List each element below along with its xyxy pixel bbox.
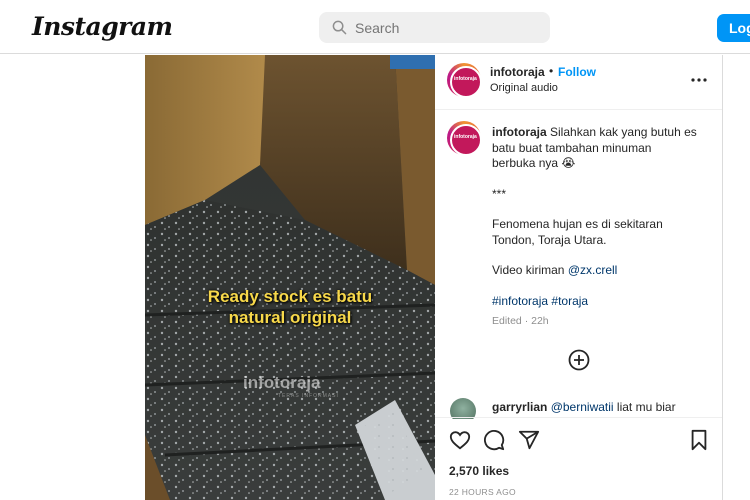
avatar-label: infotoraja	[454, 76, 477, 82]
author-username[interactable]: infotoraja	[490, 65, 545, 79]
search-icon	[332, 20, 347, 35]
caption-line-2: batu buat tambahan minuman	[492, 140, 652, 155]
plus-circle-icon[interactable]	[568, 349, 590, 371]
follow-button[interactable]: Follow	[558, 65, 596, 79]
bookmark-icon[interactable]	[689, 429, 709, 451]
hashtag-toraja[interactable]: #toraja	[551, 294, 588, 308]
watermark-subtitle: TERAS INFORMASI	[278, 393, 339, 399]
caption-line-4: Fenomena hujan es di sekitaran	[492, 217, 663, 231]
post-caption: infotoraja Silahkan kak yang butuh es ba…	[492, 125, 707, 330]
original-audio-link[interactable]: Original audio	[490, 82, 558, 94]
separator-dot: •	[549, 64, 554, 78]
caption-line-5: Tondon, Toraja Utara.	[492, 232, 607, 247]
search-bar[interactable]	[319, 12, 550, 43]
likes-count[interactable]: 2,570 likes	[449, 464, 509, 478]
page-background	[0, 55, 145, 500]
video-overlay-text: Ready stock es batu natural original	[145, 286, 435, 328]
comment-username[interactable]: garryrlian	[492, 400, 547, 414]
heart-icon[interactable]	[449, 429, 471, 451]
search-input[interactable]	[355, 12, 540, 43]
post-actions-bar	[435, 419, 722, 459]
caption-avatar[interactable]: infotoraja	[447, 121, 482, 156]
caption-line-6: Video kiriman	[492, 263, 568, 277]
more-icon[interactable]	[691, 70, 707, 90]
hashtag-infotoraja[interactable]: #infotoraja	[492, 294, 548, 308]
panel-border	[722, 55, 723, 500]
comment-item: garryrlian @berniwatii liat mu biar	[492, 400, 676, 414]
share-icon[interactable]	[518, 429, 540, 451]
post-side-panel: infotoraja infotoraja • Follow Original …	[435, 55, 722, 500]
watermark: infotoraja	[243, 373, 321, 392]
top-navigation: Instagram Log	[0, 0, 750, 54]
post-timestamp: 22 HOURS AGO	[449, 487, 516, 497]
overlay-line-1: Ready stock es batu	[207, 287, 373, 306]
caption-stars: ***	[492, 186, 507, 201]
comment-text: liat mu biar	[613, 400, 676, 414]
comment-mention[interactable]: @berniwatii	[551, 400, 614, 414]
video-frame	[145, 55, 435, 500]
caption-avatar-label: infotoraja	[454, 134, 477, 140]
caption-edited-time: Edited · 22h	[492, 315, 549, 327]
caption-line-1: Silahkan kak yang butuh es	[550, 125, 697, 139]
overlay-line-2: natural original	[228, 308, 352, 327]
caption-username[interactable]: infotoraja	[492, 125, 547, 139]
author-avatar[interactable]: infotoraja	[447, 63, 482, 98]
login-button[interactable]: Log	[717, 14, 750, 42]
reel-video[interactable]: Ready stock es batu natural original inf…	[145, 55, 435, 500]
mention-link[interactable]: @zx.crell	[568, 263, 618, 277]
caption-line-3: berbuka nya 😭	[492, 156, 576, 170]
actions-divider	[435, 417, 722, 418]
post-header: infotoraja infotoraja • Follow Original …	[435, 55, 722, 110]
comment-icon[interactable]	[483, 429, 505, 451]
instagram-logo[interactable]: Instagram	[32, 12, 173, 41]
